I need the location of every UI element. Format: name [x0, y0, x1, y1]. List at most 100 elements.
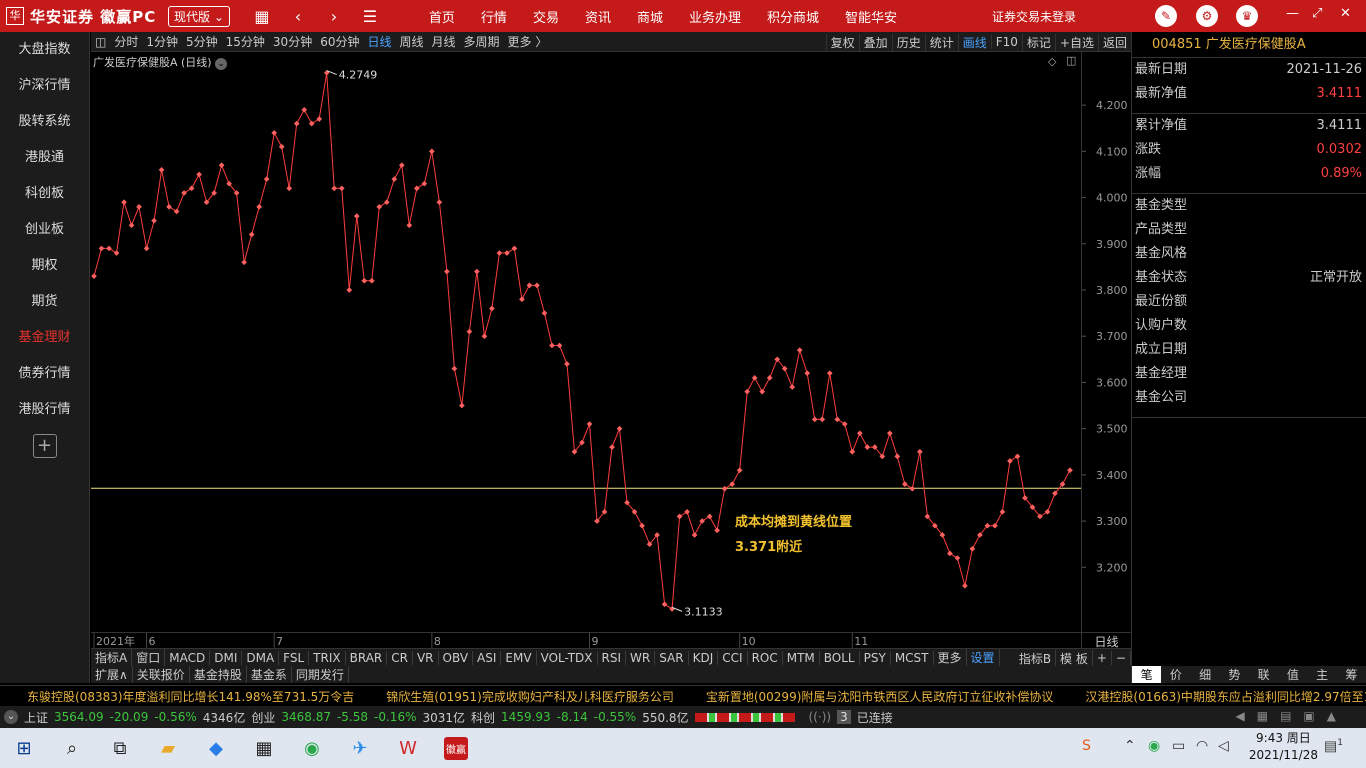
price-chart[interactable]: 4.2749 3.1133 成本均摊到黄线位置 3.371附近: [91, 52, 1081, 632]
nav-item-trade[interactable]: 交易: [533, 7, 559, 26]
huiying-app-icon[interactable]: 徽赢: [432, 728, 480, 768]
sidebar-item-active[interactable]: 基金理财: [0, 320, 89, 356]
sidebar-item[interactable]: 股转系统: [0, 104, 89, 140]
ticker-item[interactable]: 锦欣生殖(01951)完成收购妇产科及儿科医疗服务公司: [386, 688, 674, 705]
wps-icon[interactable]: W: [384, 728, 432, 768]
tool-button[interactable]: 叠加: [858, 33, 892, 51]
grid-icon[interactable]: ▦: [250, 7, 274, 26]
close-icon[interactable]: ✕: [1340, 6, 1351, 21]
indicator-b-button[interactable]: 指标B: [1015, 649, 1057, 667]
ime-icon[interactable]: S: [1082, 738, 1091, 754]
indicator-item[interactable]: MTM: [783, 650, 820, 665]
sidebar-item[interactable]: 科创板: [0, 176, 89, 212]
indicator-item[interactable]: VR: [413, 650, 439, 665]
calculator-icon[interactable]: ▦: [240, 728, 288, 768]
shirt-icon[interactable]: ♛: [1236, 5, 1258, 27]
nav-item-home[interactable]: 首页: [429, 7, 455, 26]
indicator-item[interactable]: WR: [626, 650, 656, 665]
template-button[interactable]: 模 板: [1056, 649, 1093, 667]
panel-toggle-icon[interactable]: ◫: [95, 35, 106, 49]
nav-item-smart[interactable]: 智能华安: [845, 7, 897, 26]
diamond-icon[interactable]: ◇: [1048, 55, 1056, 68]
chevron-up-icon[interactable]: ⌃: [1124, 738, 1136, 754]
browser-icon[interactable]: ◉: [288, 728, 336, 768]
indicator-item[interactable]: KDJ: [689, 650, 719, 665]
extension-item[interactable]: 同期发行: [292, 666, 349, 683]
indicator-item[interactable]: FSL: [279, 650, 310, 665]
ticker-item[interactable]: 东骏控股(08383)年度溢利同比增长141.98%至731.5万令吉: [27, 688, 354, 705]
windows-start-icon[interactable]: ⊞: [0, 728, 48, 768]
tool-button[interactable]: 返回: [1097, 33, 1131, 51]
tool-button-active[interactable]: 画线: [957, 33, 991, 51]
forward-arrow-icon[interactable]: ›: [322, 7, 346, 26]
file-explorer-icon[interactable]: ▰: [144, 728, 192, 768]
period-item-more[interactable]: 更多 〉: [508, 33, 548, 50]
indicator-item[interactable]: BOLL: [820, 650, 860, 665]
back-arrow-icon[interactable]: ‹: [286, 7, 310, 26]
tab-linked[interactable]: 联: [1249, 666, 1278, 683]
indicator-item-more[interactable]: 更多: [934, 649, 967, 666]
indicator-item[interactable]: TRIX: [309, 650, 346, 665]
sidebar-item[interactable]: 期权: [0, 248, 89, 284]
indicator-settings[interactable]: 设置: [967, 649, 1000, 666]
sidebar-item[interactable]: 港股通: [0, 140, 89, 176]
period-item[interactable]: 月线: [432, 33, 456, 50]
period-item[interactable]: 60分钟: [320, 33, 359, 50]
sidebar-item[interactable]: 债券行情: [0, 356, 89, 392]
nav-item-points-store[interactable]: 积分商城: [767, 7, 819, 26]
tool-button[interactable]: 复权: [825, 33, 859, 51]
nav-item-market[interactable]: 行情: [481, 7, 507, 26]
indicator-item[interactable]: CCI: [718, 650, 748, 665]
ticker-item[interactable]: 汉港控股(01663)中期股东应占溢利同比增2.97倍至1.5: [1085, 688, 1366, 705]
tab-chips[interactable]: 筹: [1337, 666, 1366, 683]
system-clock[interactable]: 9:43 周日 2021/11/28: [1249, 730, 1318, 764]
tool-button[interactable]: 标记: [1021, 33, 1055, 51]
connection-status[interactable]: 已连接: [857, 709, 893, 726]
chevron-down-icon[interactable]: ⌄: [4, 710, 18, 724]
tab-trend[interactable]: 势: [1220, 666, 1249, 683]
sidebar-item[interactable]: 期货: [0, 284, 89, 320]
extension-item[interactable]: 扩展∧: [91, 666, 133, 683]
volume-icon[interactable]: ◁: [1218, 738, 1229, 754]
nav-item-business[interactable]: 业务办理: [689, 7, 741, 26]
indicator-item[interactable]: OBV: [439, 650, 474, 665]
tray-app-icon[interactable]: ◉: [1148, 738, 1160, 754]
status-tools-icons[interactable]: ◀▦▤▣▲: [1236, 709, 1348, 723]
period-item-active[interactable]: 日线: [367, 33, 391, 50]
battery-icon[interactable]: ▭: [1172, 738, 1185, 754]
zoom-out-icon[interactable]: −: [1112, 651, 1131, 665]
tab-trades[interactable]: 笔: [1132, 666, 1162, 683]
nav-item-news[interactable]: 资讯: [585, 7, 611, 26]
indicator-item[interactable]: MACD: [165, 650, 211, 665]
sidebar-item[interactable]: 沪深行情: [0, 68, 89, 104]
period-item[interactable]: 多周期: [464, 33, 500, 50]
app-icon[interactable]: ◆: [192, 728, 240, 768]
maximize-icon[interactable]: ⤢: [1312, 6, 1322, 21]
task-view-icon[interactable]: ⧉: [96, 728, 144, 768]
minimize-icon[interactable]: —: [1286, 6, 1299, 21]
sidebar-item[interactable]: 大盘指数: [0, 32, 89, 68]
ticker-item[interactable]: 宝新置地(00299)附属与沈阳市铁西区人民政府订立征收补偿协议: [706, 688, 1054, 705]
tool-button[interactable]: 历史: [891, 33, 925, 51]
extension-item[interactable]: 基金持股: [190, 666, 247, 683]
extension-item[interactable]: 关联报价: [133, 666, 190, 683]
tab-price[interactable]: 价: [1161, 666, 1190, 683]
wrench-icon[interactable]: ✎: [1155, 5, 1177, 27]
tool-button[interactable]: +自选: [1054, 33, 1098, 51]
indicator-item[interactable]: DMA: [242, 650, 280, 665]
add-icon[interactable]: +: [32, 434, 57, 458]
indicator-item[interactable]: ROC: [748, 650, 783, 665]
tab-value[interactable]: 值: [1278, 666, 1307, 683]
nav-item-store[interactable]: 商城: [637, 7, 663, 26]
indicator-item[interactable]: BRAR: [346, 650, 388, 665]
indicator-item[interactable]: 窗口: [132, 649, 166, 666]
indicator-item[interactable]: CR: [387, 650, 413, 665]
indicator-item[interactable]: RSI: [598, 650, 627, 665]
indicator-item[interactable]: VOL-TDX: [537, 650, 598, 665]
search-icon[interactable]: ⌕: [48, 728, 96, 768]
tool-button[interactable]: F10: [990, 35, 1022, 49]
sidebar-item[interactable]: 创业板: [0, 212, 89, 248]
indicator-item[interactable]: ASI: [473, 650, 502, 665]
panel-icon[interactable]: ◫: [1066, 54, 1076, 67]
wifi-icon[interactable]: ◠: [1196, 738, 1208, 754]
